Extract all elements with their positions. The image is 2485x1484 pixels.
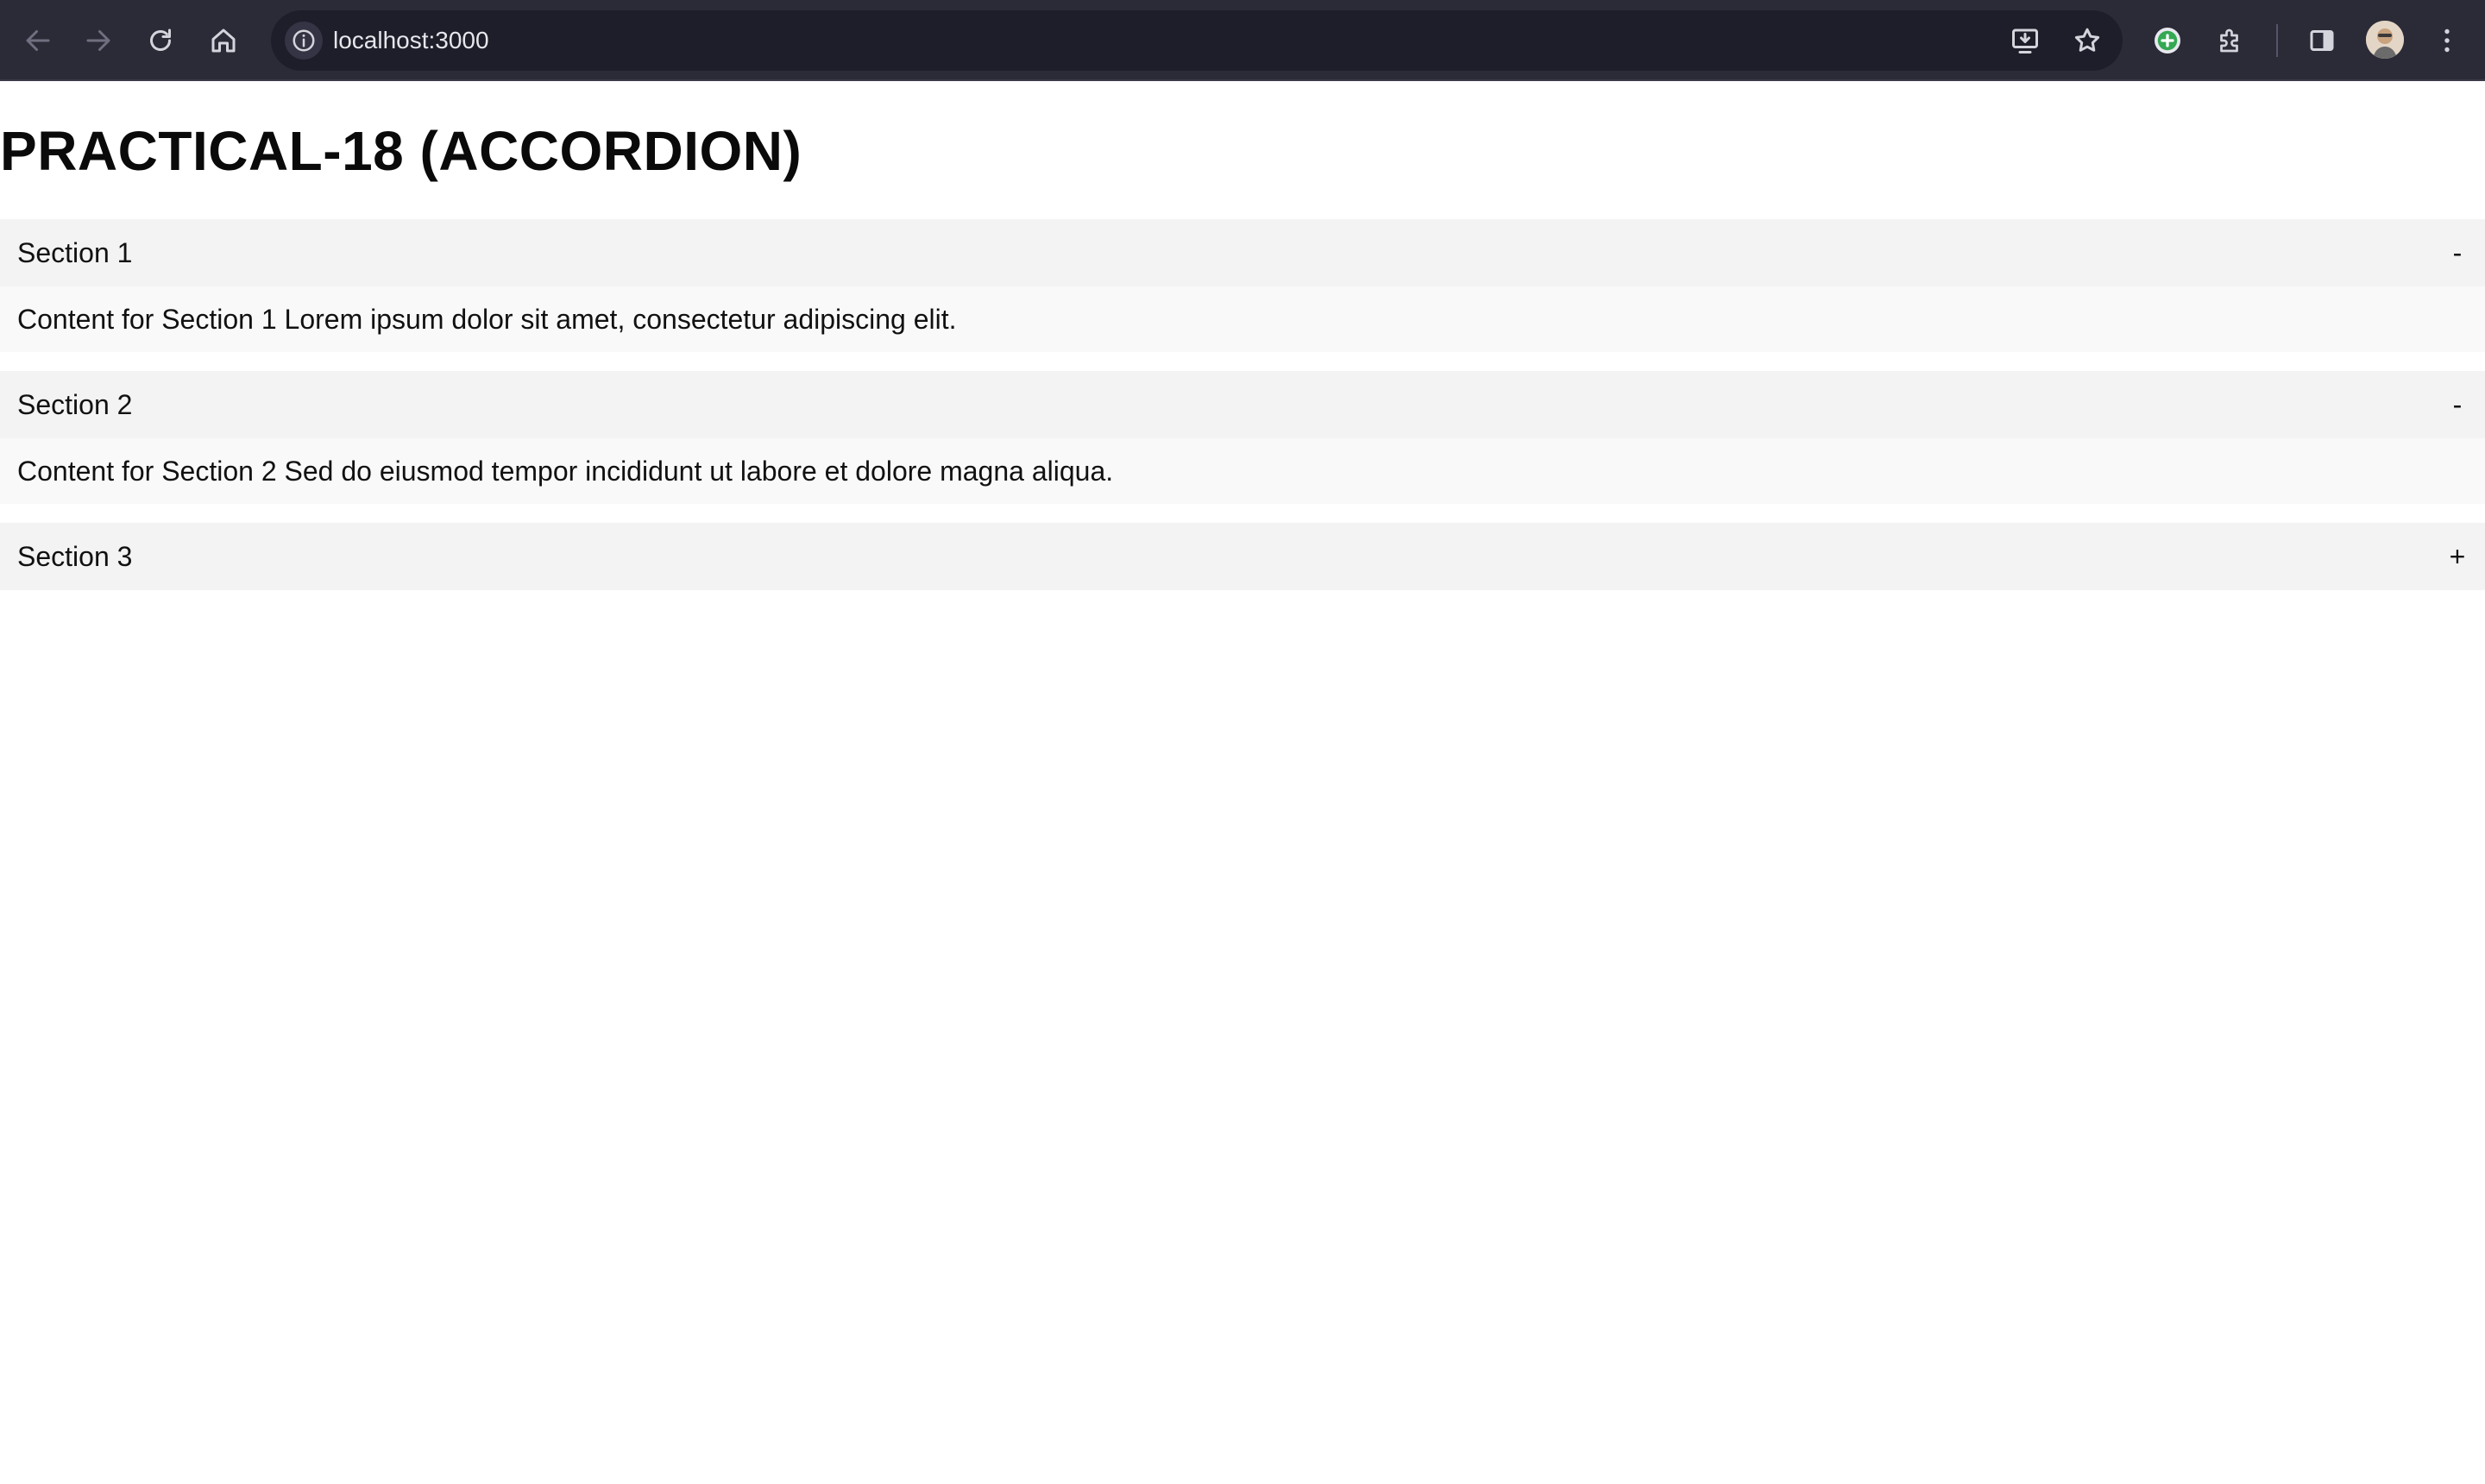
plus-circle-icon[interactable] [2148,22,2186,60]
accordion: Section 1 - Content for Section 1 Lorem … [0,219,2485,609]
accordion-header-section-3[interactable]: Section 3 + [0,523,2485,590]
home-icon[interactable] [204,22,242,60]
star-icon[interactable] [2068,22,2106,60]
collapse-toggle-icon[interactable]: - [2447,237,2468,269]
url-text[interactable]: localhost:3000 [333,10,489,71]
accordion-content-text: Content for Section 2 Sed do eiusmod tem… [17,455,1114,487]
accordion-title: Section 2 [17,388,133,420]
address-bar[interactable]: localhost:3000 [271,10,2123,71]
install-app-icon[interactable] [2006,22,2044,60]
accordion-header-section-1[interactable]: Section 1 - [0,219,2485,286]
expand-toggle-icon[interactable]: + [2447,541,2468,573]
collapse-toggle-icon[interactable]: - [2447,389,2468,421]
accordion-content-section-1: Content for Section 1 Lorem ipsum dolor … [0,286,2485,352]
avatar[interactable] [2366,21,2404,59]
puzzle-icon[interactable] [2211,22,2249,60]
page-title: PRACTICAL-18 (ACCORDION) [0,120,802,182]
back-arrow-icon[interactable] [19,22,57,60]
accordion-title: Section 1 [17,236,133,268]
accordion-item-section-1: Section 1 - Content for Section 1 Lorem … [0,219,2485,352]
page-content: PRACTICAL-18 (ACCORDION) Section 1 - Con… [0,83,2485,1484]
accordion-content-section-2: Content for Section 2 Sed do eiusmod tem… [0,438,2485,504]
browser-toolbar: localhost:3000 [0,0,2485,81]
toolbar-divider [2276,24,2278,57]
accordion-item-section-2: Section 2 - Content for Section 2 Sed do… [0,371,2485,504]
accordion-item-section-3: Section 3 + [0,523,2485,590]
accordion-content-text: Content for Section 1 Lorem ipsum dolor … [17,303,957,335]
side-panel-icon[interactable] [2303,22,2341,60]
kebab-menu-icon[interactable] [2428,22,2466,60]
reload-icon[interactable] [142,22,179,60]
accordion-header-section-2[interactable]: Section 2 - [0,371,2485,438]
info-icon[interactable] [285,22,323,60]
forward-arrow-icon[interactable] [79,22,117,60]
accordion-title: Section 3 [17,540,133,572]
